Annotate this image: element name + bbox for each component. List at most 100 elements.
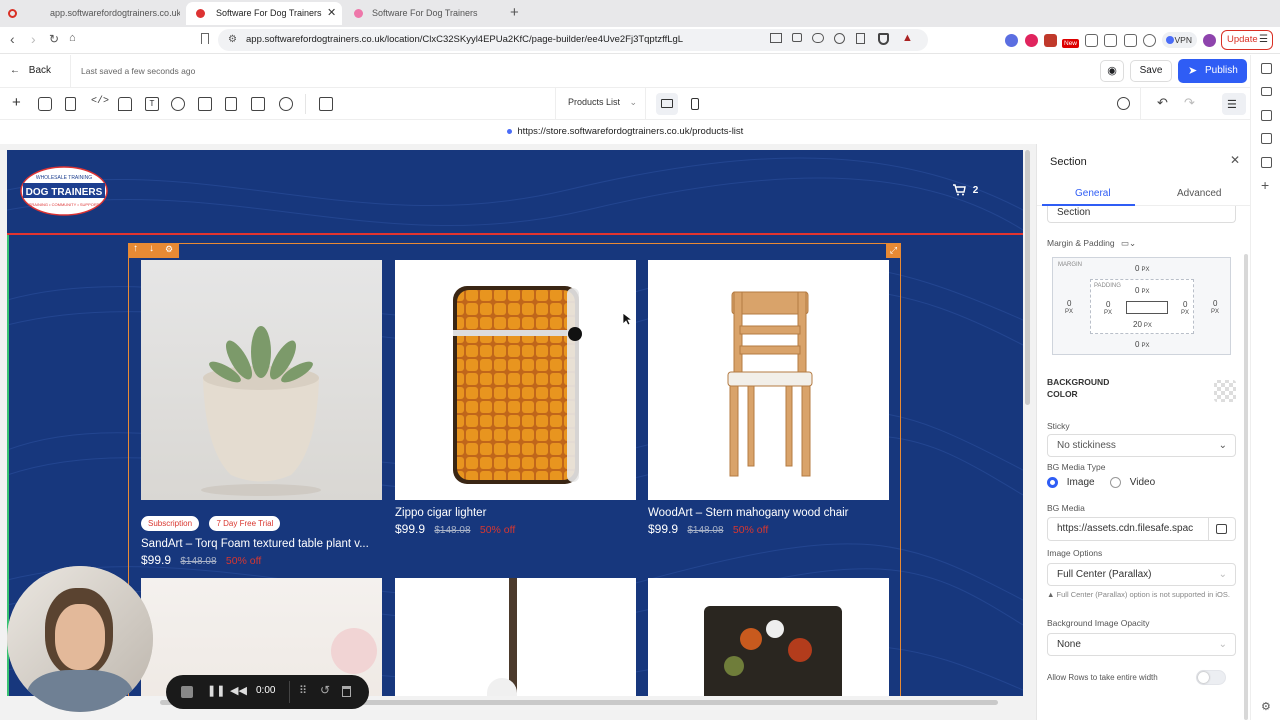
layers-icon[interactable] [38, 97, 52, 111]
desktop-view-button[interactable] [656, 93, 678, 115]
profile-icon[interactable] [1203, 34, 1216, 47]
update-button[interactable]: Update ☰ [1221, 30, 1273, 50]
terminal-icon[interactable] [251, 97, 265, 111]
text-icon[interactable]: T [145, 97, 159, 111]
add-element-icon[interactable]: + [12, 94, 21, 111]
code-icon[interactable]: </> [91, 96, 109, 107]
chat-icon[interactable] [1261, 87, 1272, 96]
product-title[interactable]: Zippo cigar lighter [395, 507, 636, 519]
home-icon[interactable]: ⌂ [69, 32, 76, 44]
padding-bottom-value[interactable]: 20 PX [1133, 320, 1152, 329]
translate-icon[interactable] [1261, 63, 1272, 74]
panel-scrollbar[interactable] [1244, 254, 1248, 720]
section-name-input[interactable]: Section [1047, 206, 1236, 223]
extension-icon[interactable] [1025, 34, 1038, 47]
extension-icon[interactable] [1005, 34, 1018, 47]
history-icon[interactable] [834, 33, 845, 44]
puzzle-extension-icon[interactable] [1085, 34, 1098, 47]
notes-icon[interactable] [1261, 133, 1272, 144]
camera-off-icon[interactable] [770, 33, 782, 43]
site-settings-icon[interactable]: ⚙ [228, 29, 237, 51]
stop-icon[interactable] [181, 686, 193, 698]
vpn-button[interactable]: VPN [1162, 32, 1197, 48]
save-button[interactable]: Save [1130, 60, 1172, 82]
margin-left-value[interactable]: 0 [1067, 299, 1071, 308]
padding-right-value[interactable]: 0 [1183, 300, 1187, 309]
product-card[interactable]: Zippo cigar lighter $99.9 $148.08 50% of… [395, 260, 636, 536]
product-image[interactable] [395, 578, 636, 696]
extension-icon[interactable] [1044, 34, 1057, 47]
store-logo[interactable]: WHOLESALE TRAINING DOG TRAINERS TRAINING… [19, 164, 109, 218]
settings-toggle-button[interactable]: ☰ [1222, 93, 1246, 115]
live-url[interactable]: https://store.softwarefordogtrainers.co.… [517, 126, 743, 137]
mobile-view-button[interactable] [684, 93, 706, 115]
new-tab-icon[interactable]: + [510, 4, 519, 21]
calendar-icon[interactable] [1261, 110, 1272, 121]
back-button[interactable]: ← Back [10, 65, 51, 76]
popup-icon[interactable] [198, 97, 212, 111]
trash-icon[interactable] [342, 686, 351, 697]
product-image[interactable] [395, 260, 636, 500]
back-nav-icon[interactable]: ‹ [10, 31, 15, 47]
undo-icon[interactable]: ↶ [1157, 95, 1168, 111]
warning-triangle-icon[interactable]: ▲ [902, 32, 913, 44]
canvas-scrollbar[interactable] [1025, 150, 1030, 405]
redo-icon[interactable]: ↷ [1184, 95, 1195, 111]
sidebar-icon[interactable] [1104, 34, 1117, 47]
record-icon[interactable] [8, 9, 17, 18]
margin-right-value[interactable]: 0 [1213, 299, 1217, 308]
form-icon[interactable] [225, 97, 237, 111]
margin-top-value[interactable]: 0 PX [1135, 264, 1149, 273]
publish-button[interactable]: ➤ Publish [1178, 59, 1247, 83]
cart-button[interactable]: 2 [952, 184, 978, 196]
move-down-icon[interactable]: ↓ [149, 243, 154, 254]
drag-handle-icon[interactable]: ⠿ [299, 684, 307, 697]
product-card[interactable]: Subscription 7 Day Free Trial SandArt – … [141, 260, 382, 567]
browser-tab[interactable]: Software For Dog Trainers [342, 2, 502, 25]
add-icon[interactable]: + [1261, 177, 1269, 193]
media-picker-button[interactable] [1208, 517, 1236, 541]
video-icon[interactable] [792, 33, 802, 42]
row-settings-icon[interactable]: ⚙ [165, 244, 173, 255]
history-icon[interactable] [1117, 97, 1130, 110]
opacity-select[interactable]: None ⌄ [1047, 633, 1236, 656]
page-selector-dropdown[interactable]: Products List ⌄ [568, 97, 637, 108]
product-card[interactable]: WoodArt – Stern mahogany wood chair $99.… [648, 260, 889, 536]
product-image[interactable] [648, 578, 889, 696]
pause-icon[interactable]: ❚❚ [207, 684, 225, 697]
integrations-icon[interactable] [171, 97, 185, 111]
tab-general[interactable]: General [1075, 188, 1111, 199]
image-options-select[interactable]: Full Center (Parallax) ⌄ [1047, 563, 1236, 586]
shield-icon[interactable] [878, 33, 889, 45]
paint-icon[interactable] [118, 97, 132, 111]
grid-icon[interactable] [1261, 157, 1272, 168]
padding-top-value[interactable]: 0 PX [1135, 286, 1149, 295]
extensions-icon[interactable] [1143, 34, 1156, 47]
pages-icon[interactable] [65, 97, 76, 111]
preview-button[interactable]: ◉ [1100, 60, 1124, 82]
close-tab-icon[interactable]: ✕ [327, 2, 336, 25]
browser-tab[interactable]: app.softwarefordogtrainers.co.uk [20, 2, 180, 25]
share-icon[interactable] [856, 33, 865, 44]
padding-left-value[interactable]: 0 [1106, 300, 1110, 309]
close-panel-icon[interactable]: ✕ [1230, 153, 1240, 167]
move-up-icon[interactable]: ↑ [133, 243, 138, 254]
rows-width-toggle[interactable] [1196, 670, 1226, 685]
wallet-icon[interactable] [1124, 34, 1137, 47]
gear-icon[interactable]: ⚙ [1261, 700, 1271, 713]
media-type-video-radio[interactable]: Video [1110, 477, 1155, 488]
product-title[interactable]: SandArt – Torq Foam textured table plant… [141, 538, 382, 550]
margin-bottom-value[interactable]: 0 PX [1135, 340, 1149, 349]
browser-tab-active[interactable]: Software For Dog Trainers ✕ [186, 2, 342, 25]
product-image[interactable] [648, 260, 889, 500]
bg-media-input[interactable]: https://assets.cdn.filesafe.spac [1047, 517, 1209, 541]
split-view-icon[interactable] [319, 97, 333, 111]
key-icon[interactable] [812, 33, 824, 43]
product-title[interactable]: WoodArt – Stern mahogany wood chair [648, 507, 889, 519]
rewind-icon[interactable]: ◀◀ [230, 684, 247, 697]
bookmark-icon[interactable] [201, 33, 209, 44]
tab-advanced[interactable]: Advanced [1177, 188, 1221, 199]
palette-icon[interactable] [279, 97, 293, 111]
forward-nav-icon[interactable]: › [31, 31, 36, 47]
device-icon[interactable]: ▭⌄ [1121, 238, 1136, 248]
